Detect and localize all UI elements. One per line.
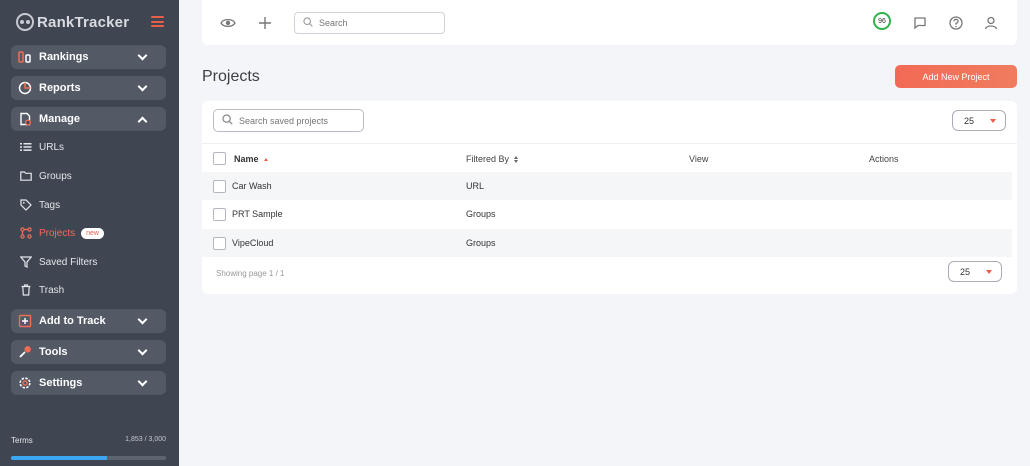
nav-tools[interactable]: Tools <box>11 340 166 364</box>
column-header-view: View <box>689 154 709 164</box>
sidebar-item-trash[interactable]: Trash <box>20 282 64 298</box>
trash-icon <box>20 284 32 296</box>
quota-progress-bar <box>11 456 166 460</box>
nav-tools-label: Tools <box>39 346 68 358</box>
project-name[interactable]: PRT Sample <box>232 209 283 219</box>
sidebar-item-projects[interactable]: Projects new <box>20 225 104 241</box>
row-checkbox[interactable] <box>213 208 226 221</box>
sidebar-item-label: Tags <box>39 199 61 211</box>
project-search-box[interactable] <box>213 109 364 132</box>
hamburger-menu-icon[interactable] <box>151 16 164 27</box>
nav-settings[interactable]: Settings <box>11 371 166 395</box>
project-search-input[interactable] <box>239 115 359 126</box>
column-header-name[interactable]: Name <box>234 154 268 164</box>
list-icon <box>20 141 32 153</box>
chevron-down-icon <box>137 50 148 60</box>
projects-card: 25 Name Filtered By View Actions Car Was… <box>202 101 1017 294</box>
top-search-box[interactable] <box>294 12 445 34</box>
row-checkbox[interactable] <box>213 180 226 193</box>
page-title: Projects <box>202 68 260 85</box>
nav-reports-label: Reports <box>39 82 81 94</box>
nav-reports[interactable]: Reports <box>11 76 166 100</box>
chevron-down-icon <box>137 345 148 355</box>
project-filtered-by: URL <box>466 181 485 191</box>
nav-rankings-label: Rankings <box>39 51 89 63</box>
reports-icon <box>18 81 32 95</box>
terms-link[interactable]: Terms <box>11 436 33 445</box>
project-filtered-by: Groups <box>466 238 496 248</box>
chevron-down-icon <box>137 81 148 91</box>
search-icon <box>222 112 233 130</box>
score-badge[interactable]: 96 <box>873 12 891 30</box>
top-bar: 96 <box>202 0 1017 45</box>
caret-down-icon <box>990 119 996 123</box>
column-header-filtered-by[interactable]: Filtered By <box>466 154 519 164</box>
nav-add-to-track[interactable]: Add to Track <box>11 309 166 333</box>
sidebar-item-label: Projects <box>39 227 76 239</box>
page-size-value: 25 <box>964 115 975 126</box>
tag-icon <box>20 199 32 211</box>
sort-icon <box>514 156 519 164</box>
plus-icon[interactable] <box>256 14 274 32</box>
caret-down-icon <box>986 270 992 274</box>
sidebar-item-tags[interactable]: Tags <box>20 197 60 213</box>
select-all-checkbox[interactable] <box>213 152 226 165</box>
sidebar-item-label: Groups <box>39 170 72 182</box>
add-new-project-button[interactable]: Add New Project <box>895 65 1017 88</box>
nav-manage-label: Manage <box>39 113 80 125</box>
table-header: Name Filtered By View Actions <box>202 143 1017 171</box>
sidebar: RankTracker Rankings Reports Manage URLs… <box>0 0 179 466</box>
tools-icon <box>18 345 32 359</box>
ranktracker-logo[interactable]: RankTracker <box>16 12 129 32</box>
quota-text: 1,853 / 3,000 <box>125 436 166 443</box>
logo-text: RankTracker <box>37 13 130 31</box>
page-size-select-top[interactable]: 25 <box>952 110 1006 131</box>
gear-icon <box>18 376 32 390</box>
search-icon <box>303 14 313 32</box>
new-badge: new <box>81 227 104 239</box>
chevron-up-icon <box>137 116 148 126</box>
eye-icon[interactable] <box>219 14 237 32</box>
nav-settings-label: Settings <box>39 377 83 389</box>
projects-icon <box>20 227 32 239</box>
sidebar-item-urls[interactable]: URLs <box>20 139 64 155</box>
column-header-actions: Actions <box>869 154 899 164</box>
folder-icon <box>20 170 32 182</box>
filter-icon <box>20 256 32 268</box>
chevron-down-icon <box>137 376 148 386</box>
project-name[interactable]: Car Wash <box>232 181 272 191</box>
logo-icon <box>16 13 34 31</box>
nav-manage[interactable]: Manage <box>11 107 166 131</box>
project-name[interactable]: VipeCloud <box>232 238 273 248</box>
manage-icon <box>18 112 32 126</box>
page-size-select-bottom[interactable]: 25 <box>948 261 1002 282</box>
row-checkbox[interactable] <box>213 237 226 250</box>
top-search-input[interactable] <box>319 18 429 28</box>
nav-rankings[interactable]: Rankings <box>11 45 166 69</box>
add-to-track-icon <box>18 314 32 328</box>
sidebar-item-saved-filters[interactable]: Saved Filters <box>20 254 97 270</box>
sort-asc-icon <box>263 158 268 162</box>
chat-icon[interactable] <box>911 14 929 32</box>
pagination-status: Showing page 1 / 1 <box>216 269 285 278</box>
rankings-icon <box>18 50 32 64</box>
user-icon[interactable] <box>982 14 1000 32</box>
quota-progress-fill <box>11 456 108 460</box>
help-icon[interactable] <box>947 14 965 32</box>
table-row[interactable]: Car Wash URL <box>202 172 1012 200</box>
page-size-value: 25 <box>960 266 971 277</box>
table-row[interactable]: PRT Sample Groups <box>202 200 1012 228</box>
table-row[interactable]: VipeCloud Groups <box>202 229 1012 257</box>
sidebar-item-label: URLs <box>39 141 65 153</box>
chevron-down-icon <box>137 314 148 324</box>
project-filtered-by: Groups <box>466 209 496 219</box>
sidebar-item-groups[interactable]: Groups <box>20 168 72 184</box>
nav-add-to-track-label: Add to Track <box>39 315 106 327</box>
sidebar-item-label: Saved Filters <box>39 256 98 268</box>
sidebar-item-label: Trash <box>39 284 65 296</box>
